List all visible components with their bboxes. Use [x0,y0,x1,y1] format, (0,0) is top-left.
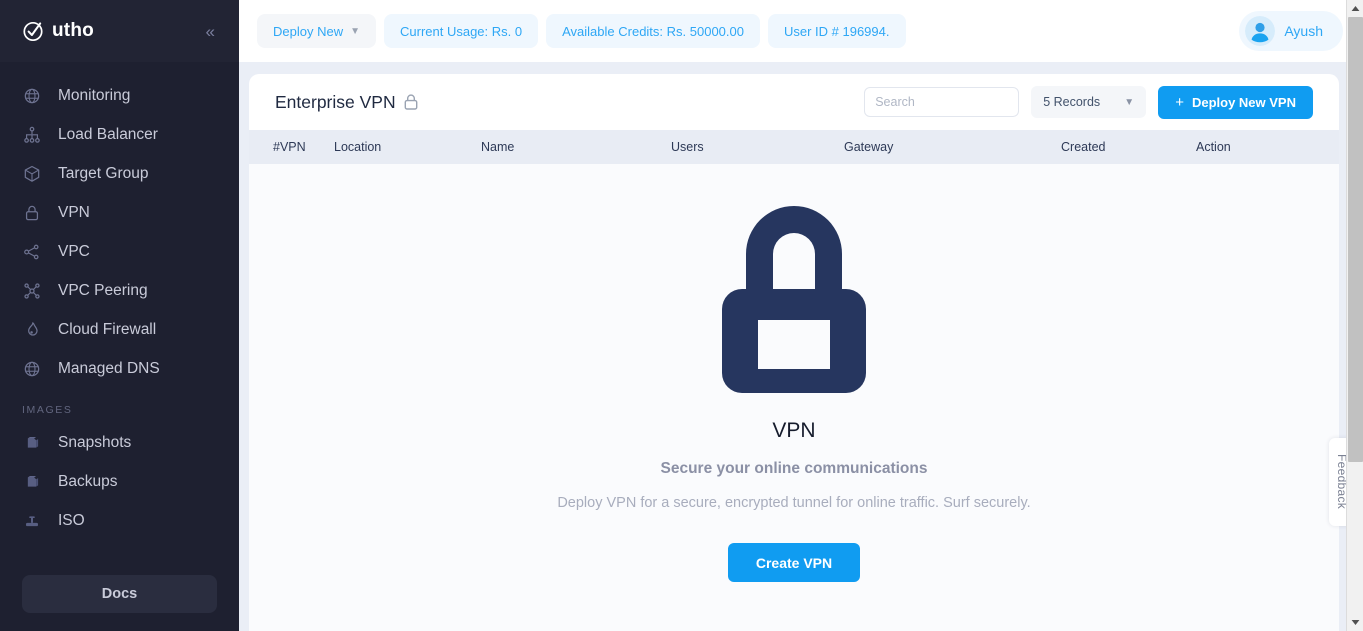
column-header-gateway: Gateway [844,140,894,154]
brand-logo[interactable]: utho [22,19,94,43]
cube-icon [24,165,40,182]
empty-state-subtitle: Secure your online communications [660,460,928,477]
sidebar: utho « Monitoring Load Balancer Target G… [0,0,239,631]
card-toolbar: 5 Records ▼ + Deploy New VPN [864,85,1313,119]
sidebar-collapse-button[interactable]: « [200,19,221,44]
user-id-pill[interactable]: User ID # 196994. [767,14,906,48]
column-header-vpn: #VPN [273,140,306,154]
user-name: Ayush [1284,23,1323,39]
globe-grid-icon [24,88,40,103]
deploy-new-dropdown[interactable]: Deploy New ▼ [257,14,376,48]
card-wrapper: Enterprise VPN 5 Records ▼ [239,62,1363,631]
sidebar-header: utho « [0,0,239,62]
avatar [1245,16,1276,46]
search-input[interactable] [864,87,1020,117]
lock-icon [404,94,418,110]
globe-grid-icon [24,361,40,376]
main-area: Deploy New ▼ Current Usage: Rs. 0 Availa… [239,0,1363,631]
sidebar-item-managed-dns[interactable]: Managed DNS [0,349,239,388]
records-per-page-select[interactable]: 5 Records ▼ [1031,86,1147,118]
triangle-up-icon [1351,6,1359,11]
scroll-down-button[interactable] [1347,614,1363,631]
current-usage-pill[interactable]: Current Usage: Rs. 0 [384,14,539,48]
records-label: 5 Records [1043,95,1101,109]
disc-drive-icon [26,515,38,526]
table-header-row: #VPN Location Name Users Gateway Created… [249,130,1339,164]
card-header: Enterprise VPN 5 Records ▼ [249,74,1339,130]
available-credits-pill[interactable]: Available Credits: Rs. 50000.00 [546,14,760,48]
column-header-name: Name [481,140,515,154]
sidebar-item-label: ISO [58,511,85,529]
column-header-created: Created [1061,140,1106,154]
sidebar-item-vpn[interactable]: VPN [0,193,239,232]
empty-state-title: VPN [772,419,816,442]
user-menu[interactable]: Ayush [1239,11,1343,51]
chevron-down-icon: ▼ [1124,96,1135,108]
empty-state-description: Deploy VPN for a secure, encrypted tunne… [557,495,1031,511]
sidebar-item-label: VPN [58,203,90,221]
sidebar-item-monitoring[interactable]: Monitoring [0,76,239,115]
sidebar-item-cloud-firewall[interactable]: Cloud Firewall [0,310,239,349]
sidebar-item-label: Backups [58,472,118,490]
sidebar-item-vpc[interactable]: VPC [0,232,239,271]
plus-icon: + [1175,93,1184,111]
empty-state: VPN Secure your online communications De… [249,164,1339,631]
sidebar-footer: Docs [0,565,239,631]
deploy-new-vpn-label: Deploy New VPN [1191,94,1296,110]
chevron-down-icon: ▼ [350,25,360,37]
sidebar-item-label: Snapshots [58,433,132,451]
sidebar-item-backups[interactable]: Backups [0,462,239,501]
page-scrollbar[interactable] [1346,0,1363,631]
sidebar-item-label: Managed DNS [58,359,160,377]
hierarchy-icon [24,126,40,143]
padlock-illustration [722,206,866,393]
box-icon [27,475,39,487]
scrollbar-track[interactable] [1347,17,1363,614]
brand-name: utho [52,20,94,41]
create-vpn-button[interactable]: Create VPN [727,543,861,582]
vpn-card: Enterprise VPN 5 Records ▼ [249,74,1339,631]
sidebar-item-load-balancer[interactable]: Load Balancer [0,115,239,154]
sidebar-item-label: Monitoring [58,86,131,104]
deploy-new-vpn-button[interactable]: + Deploy New VPN [1158,85,1313,119]
sidebar-item-iso[interactable]: ISO [0,501,239,540]
network-nodes-icon [24,282,40,299]
flame-icon [28,321,38,336]
column-header-location: Location [334,140,382,154]
share-nodes-icon [24,244,39,259]
sidebar-item-label: VPC Peering [58,281,148,299]
sidebar-item-label: Cloud Firewall [58,320,157,338]
app-root: utho « Monitoring Load Balancer Target G… [0,0,1363,631]
deploy-new-label: Deploy New [273,23,344,39]
sidebar-item-vpc-peering[interactable]: VPC Peering [0,271,239,310]
sidebar-item-snapshots[interactable]: Snapshots [0,423,239,462]
column-header-action: Action [1196,140,1231,154]
topbar-pills: Deploy New ▼ Current Usage: Rs. 0 Availa… [257,14,906,48]
column-header-users: Users [671,140,704,154]
sidebar-item-label: Load Balancer [58,125,158,143]
sidebar-section-images: IMAGES [22,404,73,416]
title-row: Enterprise VPN [275,92,418,113]
lock-icon [25,205,39,220]
sidebar-item-target-group[interactable]: Target Group [0,154,239,193]
sidebar-item-label: Target Group [58,164,149,182]
page-title: Enterprise VPN [275,91,396,112]
box-icon [27,436,39,448]
docs-button[interactable]: Docs [22,575,217,613]
sidebar-nav: Monitoring Load Balancer Target Group VP… [0,62,239,565]
topbar: Deploy New ▼ Current Usage: Rs. 0 Availa… [239,0,1363,62]
sidebar-item-label: VPC [58,242,90,260]
utho-check-circle-icon [23,21,43,42]
scroll-up-button[interactable] [1347,0,1363,17]
scrollbar-thumb[interactable] [1347,17,1363,462]
triangle-down-icon [1351,620,1359,625]
